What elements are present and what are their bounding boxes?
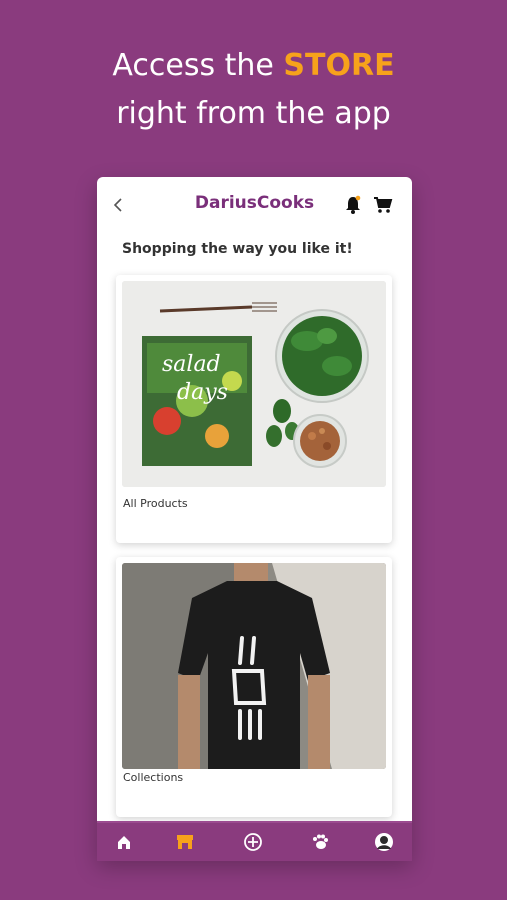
- promo-line-1-prefix: Access the: [112, 48, 284, 83]
- store-subtitle: Shopping the way you like it!: [122, 241, 353, 257]
- home-icon[interactable]: [111, 829, 137, 855]
- card-label: Collections: [123, 771, 184, 784]
- promo-headline: Access the STORE right from the app: [0, 42, 507, 138]
- promo-line-1: Access the STORE: [0, 42, 507, 90]
- card-all-products[interactable]: salad days All Products: [116, 275, 392, 543]
- add-icon[interactable]: [240, 829, 266, 855]
- salad-days-book-spinach-image: salad days: [122, 281, 386, 487]
- bottom-nav: [97, 821, 412, 861]
- paw-icon[interactable]: [307, 829, 333, 855]
- promo-accent: STORE: [283, 48, 395, 83]
- app-bar: DariusCooks: [97, 177, 412, 233]
- svg-text:salad: salad: [162, 352, 221, 377]
- promo-line-2: right from the app: [116, 96, 391, 131]
- bell-icon[interactable]: [344, 195, 362, 215]
- skeleton-hand-tshirt-image: [122, 563, 386, 769]
- phone-screen: DariusCooks Shopping the way you like it…: [97, 177, 412, 859]
- store-icon[interactable]: [172, 829, 198, 855]
- avatar[interactable]: [371, 829, 397, 855]
- card-label: All Products: [123, 497, 188, 510]
- cart-icon[interactable]: [373, 196, 393, 214]
- svg-text:days: days: [177, 380, 228, 405]
- app-title: DariusCooks: [194, 193, 315, 213]
- card-collections[interactable]: Collections: [116, 557, 392, 817]
